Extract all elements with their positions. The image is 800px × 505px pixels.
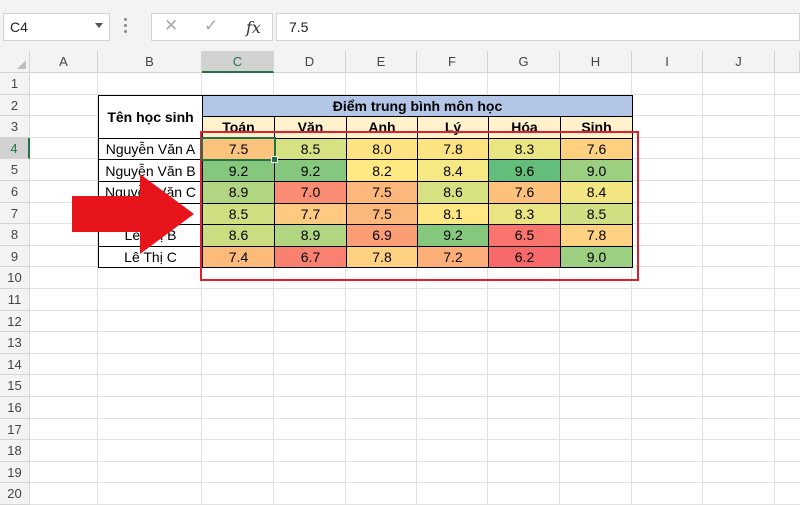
gridline-horizontal <box>30 309 800 311</box>
row-header-18[interactable]: 18 <box>0 440 30 462</box>
gridline-horizontal <box>30 374 800 376</box>
spreadsheet-grid[interactable]: ABCDEFGHIJ 1 2 3 4 5 6 7 8 9 10 11 12 13 14 15 16 17 18 19… <box>0 51 800 505</box>
column-header-b[interactable]: B <box>98 51 202 73</box>
row-header-19[interactable]: 19 <box>0 461 30 484</box>
column-header-h[interactable]: H <box>560 51 632 73</box>
header-average-score[interactable]: Điểm trung bình môn học <box>202 94 633 118</box>
drag-handle-icon[interactable] <box>124 18 128 36</box>
row-header-3[interactable]: 3 <box>0 116 30 138</box>
row-header-20[interactable]: 20 <box>0 483 30 505</box>
cancel-icon[interactable]: ✕ <box>164 16 178 36</box>
gridline-horizontal <box>30 460 800 462</box>
column-header-f[interactable]: F <box>417 51 488 73</box>
row-header-16[interactable]: 16 <box>0 397 30 419</box>
name-box[interactable]: C4 <box>3 13 110 41</box>
column-header-i[interactable]: I <box>632 51 703 73</box>
chevron-down-icon[interactable] <box>95 23 103 28</box>
column-header-a[interactable]: A <box>30 51 98 73</box>
select-all-corner[interactable] <box>0 51 30 73</box>
gridline-horizontal <box>30 331 800 333</box>
header-student-name[interactable]: Tên học sinh <box>98 94 203 139</box>
gridline-vertical <box>702 73 703 505</box>
column-header-c[interactable]: C <box>202 51 274 73</box>
row-header-2[interactable]: 2 <box>0 94 30 117</box>
gridline-horizontal <box>30 417 800 419</box>
row-header-8[interactable]: 8 <box>0 224 30 246</box>
student-name-cell[interactable]: Nguyễn Văn A <box>98 137 203 161</box>
gridline-horizontal <box>30 352 800 354</box>
row-header-1[interactable]: 1 <box>0 73 30 95</box>
arrow-right-icon <box>72 174 194 254</box>
row-header-9[interactable]: 9 <box>0 245 30 268</box>
row-header-10[interactable]: 10 <box>0 267 30 289</box>
row-header-6[interactable]: 6 <box>0 181 30 203</box>
formula-input[interactable]: 7.5 <box>276 13 800 41</box>
row-header-7[interactable]: 7 <box>0 202 30 225</box>
row-header-11[interactable]: 11 <box>0 289 30 311</box>
gridline-horizontal <box>30 288 800 289</box>
row-header-14[interactable]: 14 <box>0 353 30 376</box>
column-header-overflow[interactable] <box>775 51 800 73</box>
gridline-horizontal <box>30 396 800 397</box>
column-header-d[interactable]: D <box>274 51 346 73</box>
formula-bar: C4 ✕ ✓ fx 7.5 <box>0 0 800 51</box>
row-header-15[interactable]: 15 <box>0 375 30 397</box>
formula-value: 7.5 <box>289 19 309 35</box>
highlight-box <box>200 131 639 281</box>
row-header-5[interactable]: 5 <box>0 159 30 181</box>
formula-buttons: ✕ ✓ fx <box>151 13 273 41</box>
row-header-17[interactable]: 17 <box>0 418 30 441</box>
gridline-horizontal <box>30 439 800 441</box>
row-header-13[interactable]: 13 <box>0 332 30 354</box>
insert-function-icon[interactable]: fx <box>246 18 261 37</box>
column-header-e[interactable]: E <box>346 51 417 73</box>
gridline-horizontal <box>30 482 800 484</box>
name-box-value: C4 <box>10 19 28 35</box>
enter-icon[interactable]: ✓ <box>204 16 218 36</box>
column-header-j[interactable]: J <box>703 51 775 73</box>
column-header-g[interactable]: G <box>488 51 560 73</box>
gridline-vertical <box>774 73 775 505</box>
row-header-12[interactable]: 12 <box>0 310 30 333</box>
row-header-4[interactable]: 4 <box>0 137 30 160</box>
